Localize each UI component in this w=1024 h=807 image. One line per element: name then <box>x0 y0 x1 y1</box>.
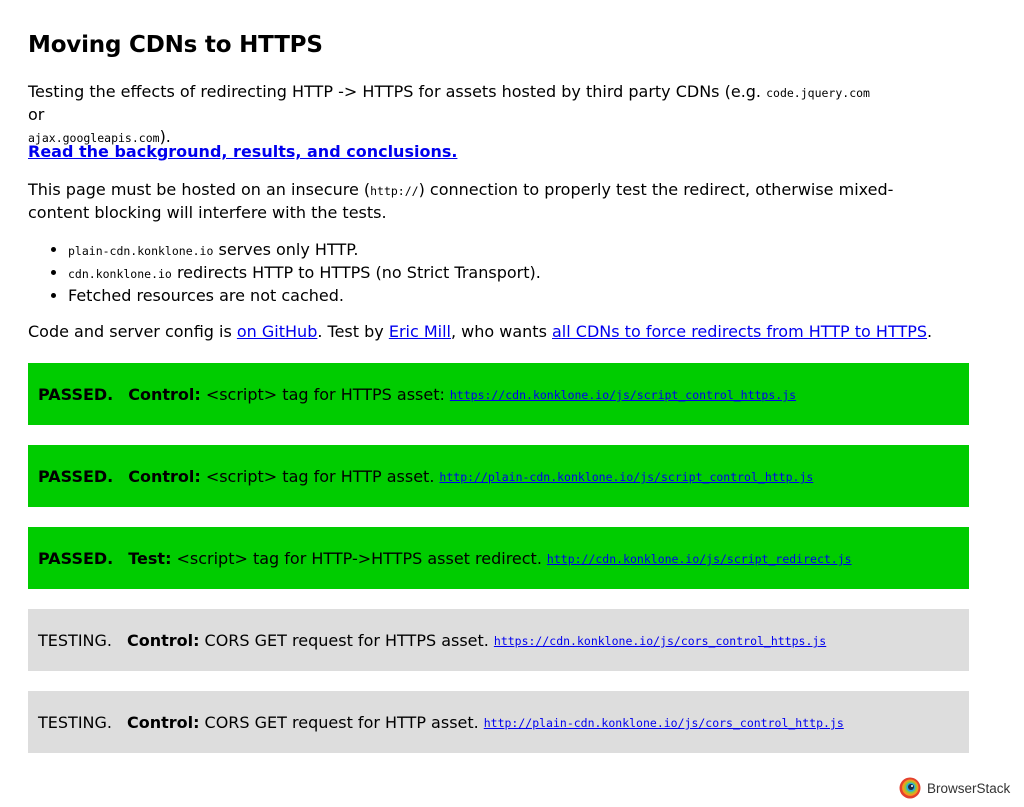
credits-text: , who wants <box>451 322 552 341</box>
list-item-text: serves only HTTP. <box>213 240 359 259</box>
result-url-link[interactable]: http://plain-cdn.konklone.io/js/cors_con… <box>484 716 844 730</box>
result-row-cors-control-https: TESTING. Control: CORS GET request for H… <box>28 609 969 671</box>
result-url-link[interactable]: https://cdn.konklone.io/js/script_contro… <box>450 388 796 402</box>
cdn-https-link[interactable]: all CDNs to force redirects from HTTP to… <box>552 322 927 341</box>
list-item-code: cdn.konklone.io <box>68 267 172 281</box>
author-link[interactable]: Eric Mill <box>389 322 451 341</box>
result-row-script-redirect: PASSED. Test: <script> tag for HTTP->HTT… <box>28 527 969 589</box>
browserstack-logo-icon <box>899 777 921 799</box>
result-description: CORS GET request for HTTP asset. <box>204 712 479 732</box>
intro-or: or <box>28 105 45 124</box>
result-status: PASSED. <box>38 466 114 486</box>
insecure-code: http:// <box>370 184 419 198</box>
result-row-script-control-http: PASSED. Control: <script> tag for HTTP a… <box>28 445 969 507</box>
result-status: TESTING. <box>38 630 112 650</box>
list-item: cdn.konklone.io redirects HTTP to HTTPS … <box>68 262 541 285</box>
result-kind: Control: <box>126 712 200 732</box>
credits-text: . <box>927 322 933 341</box>
result-kind: Control: <box>128 384 201 404</box>
list-item: plain-cdn.konklone.io serves only HTTP. <box>68 239 541 262</box>
browserstack-name: BrowserStack <box>927 780 1011 796</box>
result-url-link[interactable]: http://cdn.konklone.io/js/script_redirec… <box>547 552 852 566</box>
result-status: TESTING. <box>38 712 112 732</box>
list-item-code: plain-cdn.konklone.io <box>68 244 214 258</box>
result-status: PASSED. <box>38 548 114 568</box>
credits-text: Code and server config is <box>28 322 237 341</box>
result-row-script-control-https: PASSED. Control: <script> tag for HTTPS … <box>28 363 969 425</box>
result-kind: Test: <box>128 548 172 568</box>
list-item: Fetched resources are not cached. <box>68 285 541 307</box>
host-list: plain-cdn.konklone.io serves only HTTP. … <box>28 239 541 307</box>
intro-text: Testing the effects of redirecting HTTP … <box>28 82 767 101</box>
background-link[interactable]: Read the background, results, and conclu… <box>28 142 457 161</box>
intro-code-jquery: code.jquery.com <box>766 86 870 100</box>
result-url-link[interactable]: http://plain-cdn.konklone.io/js/script_c… <box>439 470 813 484</box>
result-description: CORS GET request for HTTPS asset. <box>204 630 489 650</box>
github-link[interactable]: on GitHub <box>237 322 317 341</box>
result-row-cors-control-http: TESTING. Control: CORS GET request for H… <box>28 691 969 753</box>
credits-paragraph: Code and server config is on GitHub. Tes… <box>28 321 932 343</box>
credits-text: . Test by <box>317 322 389 341</box>
insecure-note: This page must be hosted on an insecure … <box>28 179 928 224</box>
result-description: <script> tag for HTTP asset. <box>205 466 435 486</box>
list-item-text: redirects HTTP to HTTPS (no Strict Trans… <box>171 263 541 282</box>
intro-paragraph: Testing the effects of redirecting HTTP … <box>28 81 888 149</box>
result-url-link[interactable]: https://cdn.konklone.io/js/cors_control_… <box>494 634 826 648</box>
result-description: <script> tag for HTTPS asset: <box>205 384 445 404</box>
result-description: <script> tag for HTTP->HTTPS asset redir… <box>176 548 542 568</box>
insecure-text: This page must be hosted on an insecure … <box>28 180 371 199</box>
page-title: Moving CDNs to HTTPS <box>28 32 323 58</box>
list-item-text: Fetched resources are not cached. <box>68 286 344 305</box>
result-status: PASSED. <box>38 384 114 404</box>
background-paragraph: Read the background, results, and conclu… <box>28 141 457 163</box>
result-kind: Control: <box>128 466 201 486</box>
result-kind: Control: <box>126 630 200 650</box>
browserstack-branding: BrowserStack <box>899 777 1010 799</box>
